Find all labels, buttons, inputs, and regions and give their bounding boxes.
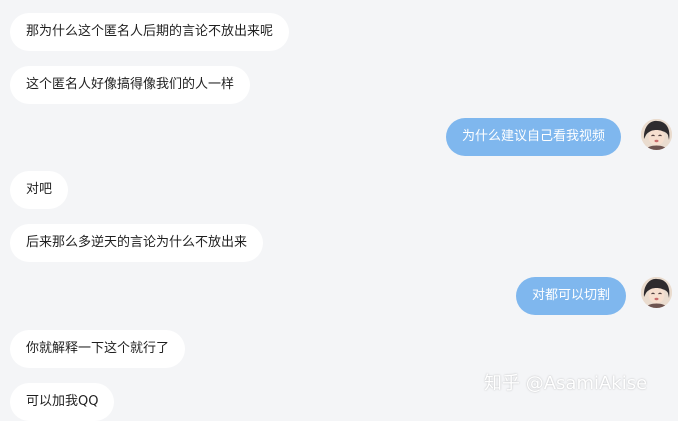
anime-avatar-icon	[641, 119, 672, 150]
message-bubble-incoming: 那为什么这个匿名人后期的言论不放出来呢	[10, 13, 290, 51]
message-bubble-outgoing: 为什么建议自己看我视频	[446, 118, 622, 156]
message-bubble-outgoing: 对都可以切割	[516, 277, 627, 315]
user-avatar[interactable]	[641, 277, 672, 308]
message-bubble-incoming: 这个匿名人好像搞得像我们的人一样	[10, 66, 251, 104]
zhihu-watermark: 知乎 @AsamiAkise	[484, 373, 648, 394]
message-bubble-incoming: 对吧	[10, 171, 69, 209]
user-avatar[interactable]	[641, 119, 672, 150]
anime-avatar-icon	[641, 277, 672, 308]
message-bubble-incoming: 后来那么多逆天的言论为什么不放出来	[10, 224, 264, 262]
message-bubble-incoming: 你就解释一下这个就行了	[10, 330, 186, 368]
message-bubble-incoming: 可以加我QQ	[10, 383, 115, 421]
